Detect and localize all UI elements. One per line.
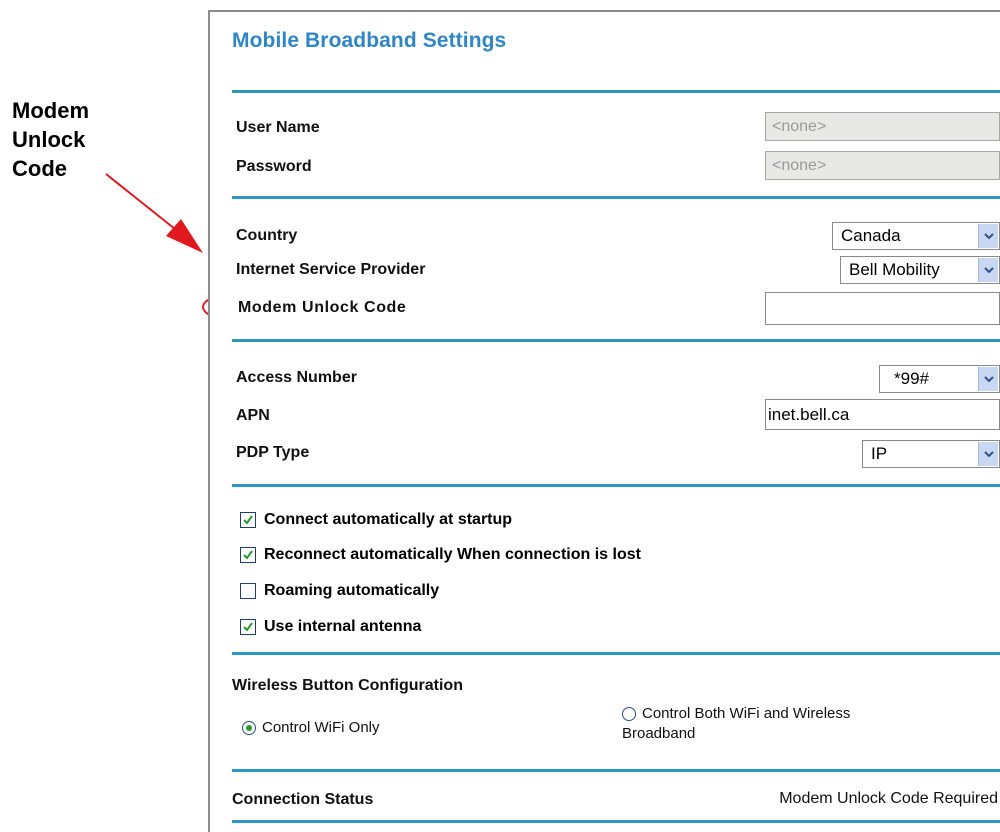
checkbox-checked-icon[interactable] (240, 619, 256, 635)
isp-label: Internet Service Provider (236, 261, 426, 278)
chevron-down-icon (978, 224, 998, 248)
access-number-value: *99# (894, 369, 929, 388)
option-roaming[interactable]: Roaming automatically (240, 582, 439, 600)
checkbox-unchecked-icon[interactable] (240, 583, 256, 599)
option-internal-antenna[interactable]: Use internal antenna (240, 618, 421, 636)
connection-status-value: Modem Unlock Code Required (779, 790, 998, 807)
settings-panel: Mobile Broadband Settings User Name <non… (208, 10, 1000, 832)
divider (232, 196, 1000, 199)
divider (232, 484, 1000, 487)
radio-label-line-2: Broadband (622, 725, 696, 742)
radio-control-wifi-only[interactable]: Control WiFi Only (242, 718, 380, 738)
divider (232, 820, 1000, 823)
user-name-input[interactable]: <none> (765, 112, 1000, 141)
radio-control-both[interactable]: Control Both WiFi and Wireless Broadband (622, 704, 850, 744)
user-name-label: User Name (236, 119, 320, 136)
access-number-label: Access Number (236, 369, 357, 386)
apn-input[interactable]: inet.bell.ca (765, 399, 1000, 430)
password-label: Password (236, 158, 312, 175)
checkbox-checked-icon[interactable] (240, 547, 256, 563)
option-label: Use internal antenna (264, 618, 422, 635)
divider (232, 769, 1000, 772)
pdp-type-label: PDP Type (236, 444, 310, 461)
isp-value: Bell Mobility (849, 260, 940, 279)
modem-unlock-code-label: Modem Unlock Code (238, 299, 407, 316)
modem-unlock-code-input[interactable] (765, 292, 1000, 325)
option-label: Reconnect automatically When connection … (264, 546, 641, 563)
divider (232, 652, 1000, 655)
pdp-type-value: IP (871, 444, 888, 463)
radio-label: Control WiFi Only (262, 719, 380, 736)
access-number-select[interactable]: *99# (879, 365, 1000, 393)
password-input[interactable]: <none> (765, 151, 1000, 180)
option-label: Connect automatically at startup (264, 511, 513, 528)
country-label: Country (236, 227, 298, 244)
wireless-button-heading: Wireless Button Configuration (232, 677, 463, 694)
country-value: Canada (841, 226, 901, 245)
country-select[interactable]: Canada (832, 222, 1000, 250)
option-connect-startup[interactable]: Connect automatically at startup (240, 511, 512, 529)
option-reconnect[interactable]: Reconnect automatically When connection … (240, 546, 641, 564)
connection-status-label: Connection Status (232, 791, 374, 808)
pdp-type-select[interactable]: IP (862, 440, 1000, 468)
checkbox-checked-icon[interactable] (240, 512, 256, 528)
isp-select[interactable]: Bell Mobility (840, 256, 1000, 284)
radio-unselected-icon[interactable] (622, 707, 636, 721)
divider (232, 90, 1000, 93)
chevron-down-icon (978, 258, 998, 282)
apn-label: APN (236, 407, 270, 424)
chevron-down-icon (978, 367, 998, 391)
page-title: Mobile Broadband Settings (232, 29, 507, 52)
chevron-down-icon (978, 442, 998, 466)
option-label: Roaming automatically (264, 582, 440, 599)
radio-selected-icon[interactable] (242, 721, 256, 735)
radio-label-line-1: Control Both WiFi and Wireless (642, 705, 851, 722)
divider (232, 339, 1000, 342)
